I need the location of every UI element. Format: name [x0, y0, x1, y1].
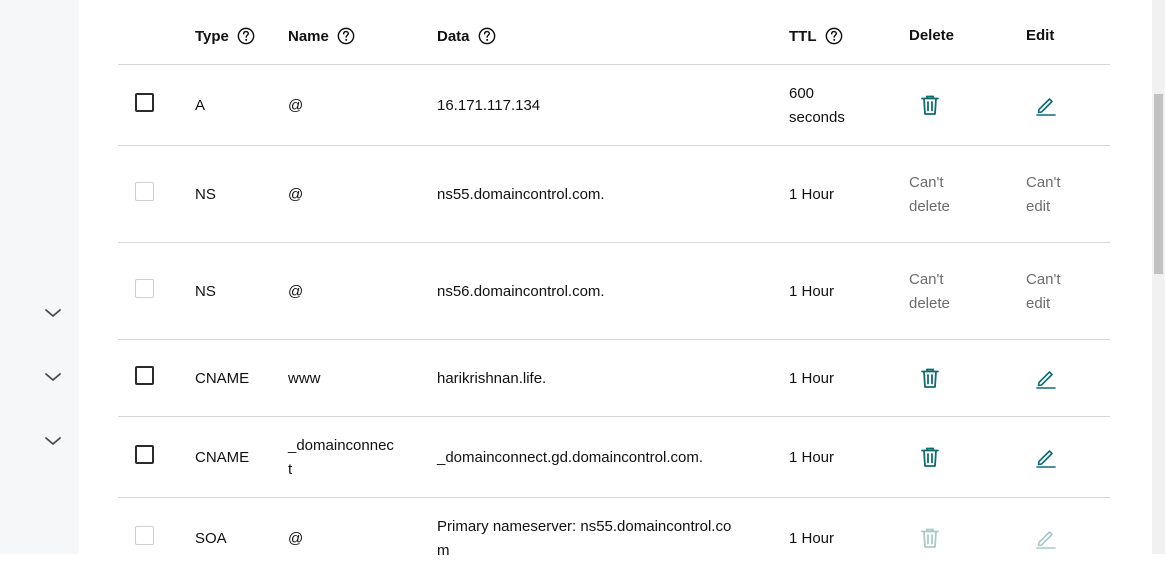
question-circle-icon[interactable]: [478, 27, 496, 45]
record-data: 16.171.117.134: [437, 97, 541, 114]
record-type: NS: [195, 186, 216, 203]
pencil-icon: [1035, 527, 1057, 549]
record-name: @: [288, 97, 304, 114]
record-name: @: [288, 186, 304, 203]
cant-delete-label: delete: [909, 198, 950, 215]
record-name: @: [288, 283, 304, 300]
row-checkbox[interactable]: [135, 445, 154, 464]
record-ttl: 1 Hour: [789, 283, 835, 300]
header-type: Type: [195, 27, 255, 45]
dns-records-panel: [79, 0, 1152, 554]
divider: [118, 497, 1110, 498]
record-data: harikrishnan.life.: [437, 370, 547, 387]
record-type: CNAME: [195, 449, 250, 466]
divider: [118, 416, 1110, 417]
row-checkbox: [135, 279, 154, 298]
pencil-icon[interactable]: [1035, 446, 1057, 468]
row-checkbox[interactable]: [135, 366, 154, 385]
trash-icon[interactable]: [919, 367, 941, 389]
record-data: Primary nameserver: ns55.domaincontrol.c…: [437, 518, 732, 535]
cant-delete-label: delete: [909, 295, 950, 312]
header-data: Data: [437, 27, 496, 45]
chevron-down-icon[interactable]: [44, 307, 62, 319]
row-checkbox[interactable]: [135, 93, 154, 112]
record-name: www: [288, 370, 321, 387]
divider: [118, 145, 1110, 146]
record-name: @: [288, 530, 304, 547]
header-edit: Edit: [1026, 27, 1055, 44]
record-ttl-unit: seconds: [789, 109, 845, 126]
question-circle-icon[interactable]: [237, 27, 255, 45]
question-circle-icon[interactable]: [337, 27, 355, 45]
divider: [118, 64, 1110, 65]
header-ttl: TTL: [789, 27, 843, 45]
record-type: A: [195, 97, 206, 114]
record-ttl: 1 Hour: [789, 449, 835, 466]
record-data: m: [437, 542, 450, 559]
header-delete: Delete: [909, 27, 955, 44]
scrollbar-track[interactable]: [1152, 0, 1165, 554]
record-name: _domainconnec: [288, 437, 394, 454]
record-type: NS: [195, 283, 216, 300]
record-ttl: 1 Hour: [789, 370, 835, 387]
cant-delete-label: Can't: [909, 174, 944, 191]
row-checkbox: [135, 526, 154, 545]
divider: [118, 242, 1110, 243]
record-data: ns56.domaincontrol.com.: [437, 283, 605, 300]
left-rail: [0, 0, 79, 554]
question-circle-icon[interactable]: [825, 27, 843, 45]
cant-edit-label: Can't: [1026, 271, 1061, 288]
record-data: ns55.domaincontrol.com.: [437, 186, 605, 203]
record-type: CNAME: [195, 370, 250, 387]
row-checkbox: [135, 182, 154, 201]
record-ttl-value: 600: [789, 85, 815, 102]
trash-icon[interactable]: [919, 446, 941, 468]
cant-edit-label: edit: [1026, 295, 1051, 312]
cant-edit-label: edit: [1026, 198, 1051, 215]
trash-icon: [919, 527, 941, 549]
pencil-icon[interactable]: [1035, 367, 1057, 389]
chevron-down-icon[interactable]: [44, 371, 62, 383]
trash-icon[interactable]: [919, 94, 941, 116]
record-ttl: 1 Hour: [789, 530, 835, 547]
cant-delete-label: Can't: [909, 271, 944, 288]
chevron-down-icon[interactable]: [44, 435, 62, 447]
divider: [118, 339, 1110, 340]
record-name: t: [288, 461, 293, 478]
scrollbar-thumb[interactable]: [1154, 94, 1163, 274]
record-type: SOA: [195, 530, 227, 547]
record-ttl: 1 Hour: [789, 186, 835, 203]
pencil-icon[interactable]: [1035, 94, 1057, 116]
record-data: _domainconnect.gd.domaincontrol.com.: [437, 449, 703, 466]
header-name: Name: [288, 27, 355, 45]
cant-edit-label: Can't: [1026, 174, 1061, 191]
